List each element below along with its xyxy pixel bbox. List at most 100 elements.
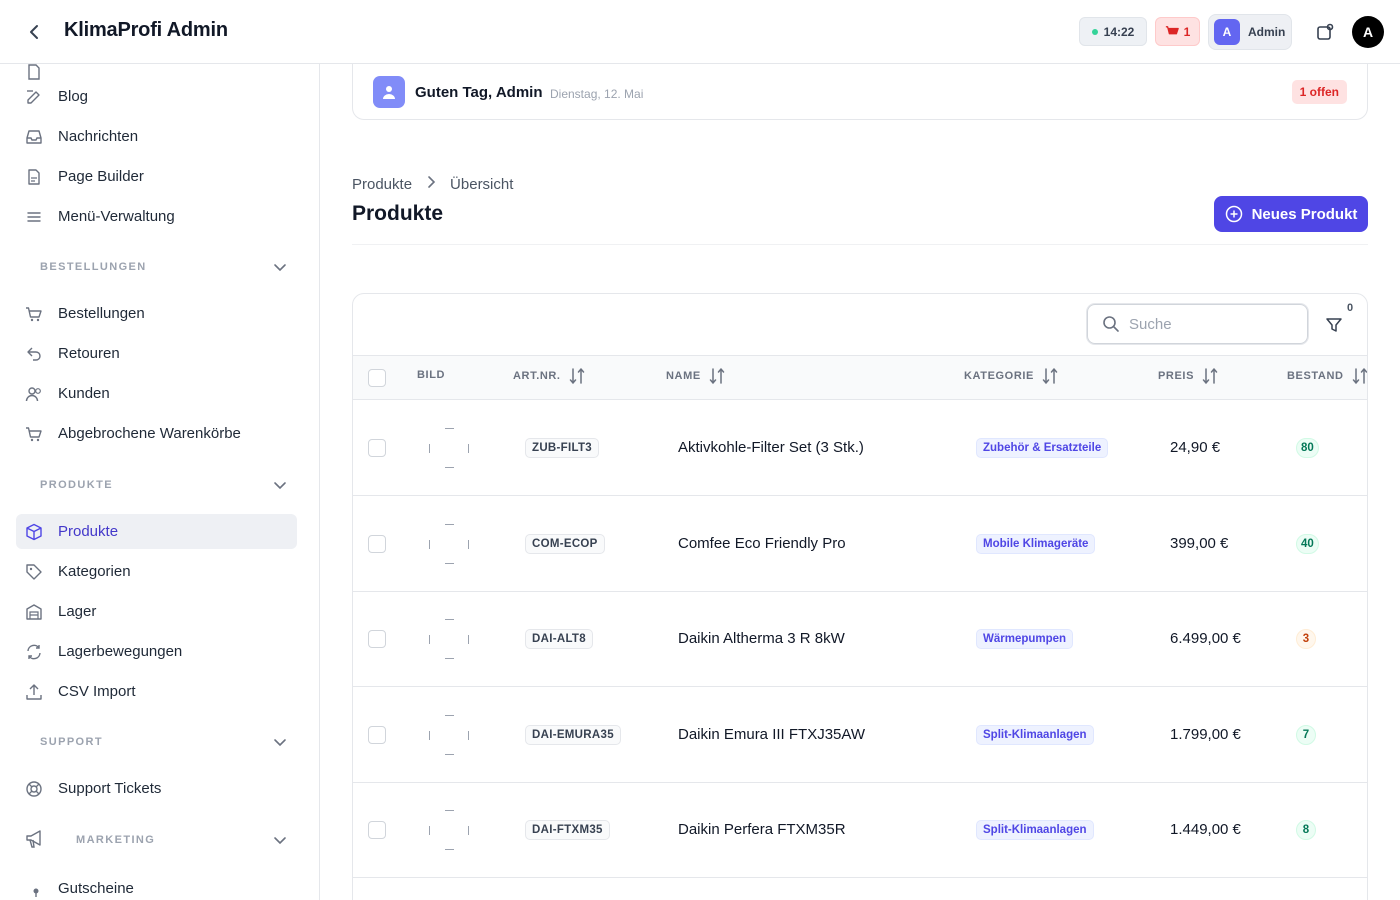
sidebar-item-blog[interactable]: Blog: [16, 79, 297, 114]
abandoned-cart-chip[interactable]: 1: [1155, 17, 1200, 46]
row-checkbox[interactable]: [368, 534, 386, 553]
sidebar-item-csv-import[interactable]: CSV Import: [16, 674, 297, 709]
row-checkbox[interactable]: [368, 630, 386, 648]
storefront-link-button[interactable]: [1313, 20, 1337, 44]
sidebar-item-kunden[interactable]: Kunden: [16, 376, 297, 411]
sort-icon: [569, 367, 584, 385]
product-sku: COM-ECOP: [525, 533, 605, 554]
sidebar-item-lager[interactable]: Lager: [16, 594, 297, 629]
upload-icon: [24, 682, 44, 702]
table-row[interactable]: DAI-EMURA35 Daikin Emura III FTXJ35AW Spli…: [353, 687, 1367, 783]
table-row[interactable]: COM-ECOP Comfee Eco Friendly Pro Mobile Kl…: [353, 496, 1367, 592]
sidebar-item-label: Gutscheine: [58, 880, 134, 897]
clock-time: 14:22: [1103, 24, 1135, 39]
product-name[interactable]: Daikin Perfera FTXM35R: [678, 821, 846, 838]
column-header-name[interactable]: NAME: [666, 367, 725, 385]
column-header-kategorie[interactable]: KATEGORIE: [964, 367, 1058, 385]
menu-icon: [24, 207, 44, 227]
chevron-right-icon: [424, 175, 438, 193]
sidebar-item-kategorien[interactable]: Kategorien: [16, 554, 297, 589]
refresh-icon: [24, 642, 44, 662]
products-table: 0 BILD ART.NR. NAME KATEGORIE PREIS BEST…: [352, 293, 1368, 900]
sidebar-item-label: Kunden: [58, 385, 110, 402]
table-row[interactable]: DAI-FTXM35 Daikin Perfera FTXM35R Split-Kl…: [353, 782, 1367, 878]
cart-icon: [1165, 25, 1179, 34]
section-support[interactable]: SUPPORT: [40, 732, 290, 752]
breadcrumb: Produkte Übersicht: [352, 175, 513, 193]
category-badge: Split-Klimaanlagen: [976, 724, 1094, 745]
product-name[interactable]: Daikin Altherma 3 R 8kW: [678, 630, 845, 647]
sidebar-item-menu-verwaltung[interactable]: Menü-Verwaltung: [16, 199, 297, 234]
product-sku: DAI-ALT8: [525, 629, 593, 649]
search-field[interactable]: [1087, 304, 1308, 344]
return-icon: [24, 344, 44, 364]
sidebar-item-bestellungen[interactable]: Bestellungen: [16, 296, 297, 331]
column-label: BESTAND: [1287, 370, 1344, 382]
product-price: 6.499,00 €: [1170, 630, 1241, 647]
column-header-bestand[interactable]: BESTAND: [1287, 367, 1367, 385]
product-image-placeholder: [429, 714, 469, 755]
column-header-artnr[interactable]: ART.NR.: [513, 367, 585, 385]
stock-badge: 7: [1296, 724, 1316, 745]
divider: [352, 244, 1368, 245]
status-dot-icon: [1091, 28, 1098, 35]
sidebar-item-page-builder[interactable]: Page Builder: [16, 159, 297, 194]
main-content: Guten Tag, Admin Dienstag, 12. Mai 1 off…: [320, 64, 1400, 900]
sidebar-item-support-tickets[interactable]: Support Tickets: [16, 771, 297, 806]
product-name[interactable]: Daikin Emura III FTXJ35AW: [678, 726, 865, 743]
sidebar-item-abgebrochene-warenkoerbe[interactable]: Abgebrochene Warenkörbe: [16, 416, 297, 451]
sidebar-item-gutscheine[interactable]: Gutscheine: [16, 871, 297, 900]
product-image-placeholder: [429, 428, 469, 468]
row-checkbox[interactable]: [368, 439, 386, 457]
section-produkte[interactable]: PRODUKTE: [40, 475, 290, 495]
select-all-checkbox[interactable]: [368, 369, 386, 387]
dot-icon: [28, 879, 44, 899]
stock-badge: 40: [1296, 533, 1319, 554]
section-title: PRODUKTE: [40, 479, 113, 491]
plus-circle-icon: [1225, 205, 1242, 223]
chevron-down-icon: [272, 259, 288, 275]
lifebuoy-icon: [24, 779, 44, 799]
product-price: 399,00 €: [1170, 534, 1229, 552]
product-name[interactable]: Aktivkohle-Filter Set (3 Stk.): [678, 439, 864, 456]
search-icon: [1103, 316, 1119, 332]
sidebar-item-lagerbewegungen[interactable]: Lagerbewegungen: [16, 634, 297, 669]
breadcrumb-root[interactable]: Produkte: [352, 176, 412, 193]
sidebar-item-retouren[interactable]: Retouren: [16, 336, 297, 371]
admin-chip[interactable]: A Admin: [1208, 14, 1292, 50]
sidebar-item-label: Abgebrochene Warenkörbe: [58, 425, 241, 442]
section-bestellungen[interactable]: BESTELLUNGEN: [40, 257, 290, 277]
admin-label: Admin: [1248, 25, 1286, 39]
greeting-text: Guten Tag, Admin: [415, 84, 543, 101]
product-name[interactable]: Comfee Eco Friendly Pro: [678, 535, 846, 552]
back-button[interactable]: [22, 20, 46, 44]
cart-icon: [24, 424, 44, 444]
sidebar-item-nachrichten[interactable]: Nachrichten: [16, 119, 297, 154]
section-marketing[interactable]: MARKETING: [24, 828, 290, 853]
column-header-preis[interactable]: PREIS: [1158, 367, 1218, 385]
table-row[interactable]: ZUB-FILT3 Aktivkohle-Filter Set (3 Stk.) Z…: [353, 400, 1367, 496]
user-avatar[interactable]: A: [1352, 16, 1384, 48]
table-row[interactable]: DAI-ALT8 Daikin Altherma 3 R 8kW Wärmepump…: [353, 591, 1367, 687]
column-label: ART.NR.: [513, 370, 561, 382]
tag-icon: [24, 562, 44, 582]
column-label: PREIS: [1158, 370, 1195, 382]
product-price: 1.449,00 €: [1170, 821, 1241, 838]
admin-badge: A: [1214, 19, 1240, 45]
row-checkbox[interactable]: [368, 821, 386, 839]
page-title: Produkte: [352, 202, 444, 225]
sort-icon: [1042, 367, 1058, 385]
new-product-button[interactable]: Neues Produkt: [1214, 196, 1368, 232]
category-badge: Wärmepumpen: [976, 629, 1074, 649]
sidebar: Blog Nachrichten Page Builder Menü-Verwa…: [0, 64, 320, 900]
sidebar-item-produkte[interactable]: Produkte: [16, 514, 297, 549]
megaphone-icon: [24, 828, 46, 853]
filter-button[interactable]: [1323, 314, 1345, 336]
search-input[interactable]: [1129, 315, 1289, 333]
filter-count: 0: [1347, 302, 1354, 314]
row-checkbox[interactable]: [368, 725, 386, 744]
open-tasks-badge[interactable]: 1 offen: [1291, 80, 1347, 104]
stock-badge: 80: [1296, 438, 1319, 458]
document-icon: [24, 167, 44, 187]
greeting-date: Dienstag, 12. Mai: [550, 87, 644, 101]
